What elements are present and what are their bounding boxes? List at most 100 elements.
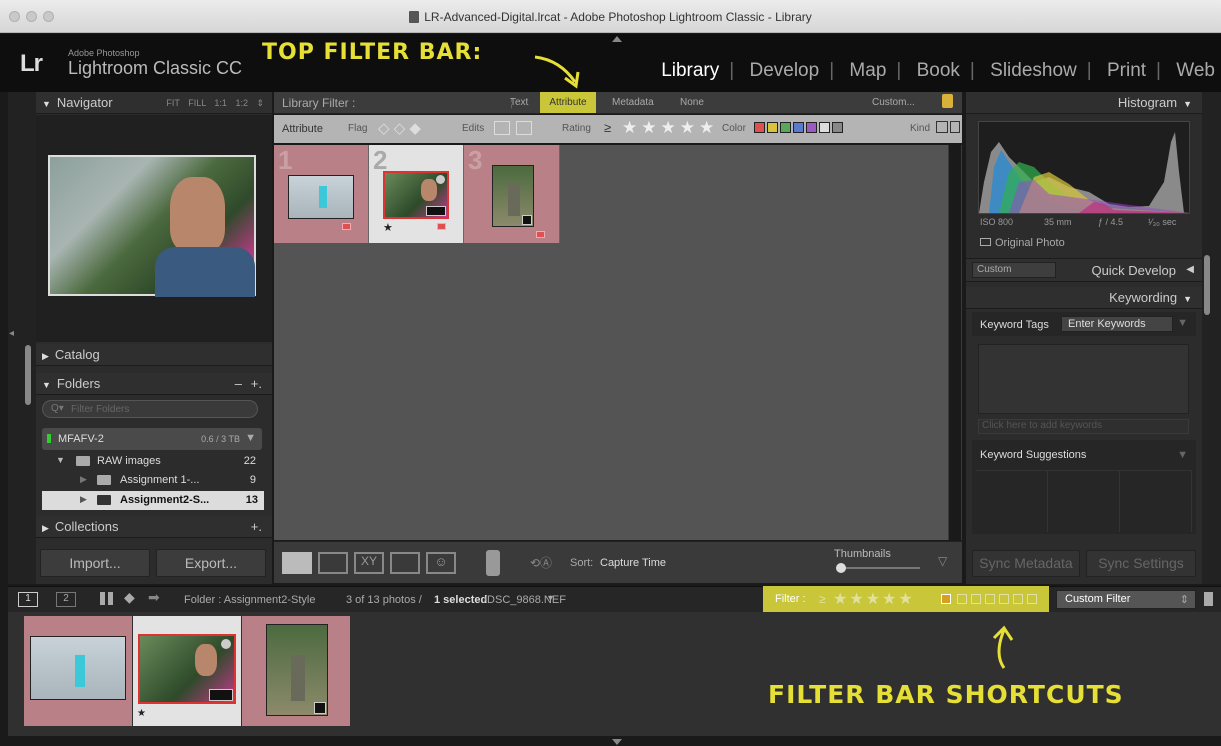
- label-filter-icon[interactable]: [985, 594, 995, 604]
- toolbar-menu-icon[interactable]: ▽: [938, 554, 947, 568]
- filter-tab-attribute[interactable]: Attribute: [540, 92, 596, 113]
- filmstrip-thumbnail[interactable]: [30, 636, 126, 700]
- second-window-button[interactable]: 2: [56, 592, 76, 607]
- photo-thumbnail[interactable]: [492, 165, 534, 227]
- label-filter-icon[interactable]: [971, 594, 981, 604]
- right-scrollbar[interactable]: [1204, 255, 1210, 315]
- unedited-filter-icon[interactable]: [516, 121, 532, 135]
- grid-scrollbar[interactable]: [949, 145, 961, 540]
- custom-filter-dropdown[interactable]: Custom Filter ⇕: [1056, 590, 1196, 609]
- collapsed-triangle-icon[interactable]: ▶: [80, 494, 87, 505]
- edited-filter-icon[interactable]: [494, 121, 510, 135]
- remove-folder-button[interactable]: –: [235, 373, 242, 395]
- painter-icon[interactable]: [486, 550, 500, 576]
- folder-row-selected[interactable]: ▶ Assignment2-S... 13: [42, 491, 264, 510]
- filmstrip-thumbnail[interactable]: [266, 624, 328, 716]
- filmstrip-source[interactable]: Folder : Assignment2-Style: [184, 594, 315, 606]
- color-label-filter[interactable]: [754, 122, 845, 134]
- import-button[interactable]: Import...: [40, 549, 150, 577]
- sync-metadata-button[interactable]: Sync Metadata: [972, 550, 1080, 577]
- lock-icon[interactable]: [942, 94, 953, 108]
- histogram-header[interactable]: Histogram ▼: [966, 92, 1202, 114]
- sort-direction-icon[interactable]: ⟲Ⓐ: [530, 554, 552, 571]
- module-library[interactable]: Library: [661, 60, 719, 82]
- keywording-header[interactable]: Keywording ▼: [966, 287, 1202, 309]
- filmstrip-cell[interactable]: [242, 616, 350, 726]
- module-book[interactable]: Book: [917, 60, 960, 82]
- thumbnail-size-slider[interactable]: [836, 567, 920, 569]
- folder-row[interactable]: ▶ Assignment 1-... 9: [42, 472, 262, 490]
- filter-tab-none[interactable]: None: [680, 97, 704, 108]
- module-map[interactable]: Map: [849, 60, 886, 82]
- expanded-triangle-icon[interactable]: ▼: [56, 455, 65, 465]
- sync-settings-button[interactable]: Sync Settings: [1086, 550, 1196, 577]
- collapse-top-icon[interactable]: [612, 36, 622, 42]
- back-arrow-icon[interactable]: ◆: [124, 589, 135, 606]
- main-window-button[interactable]: 1: [18, 592, 38, 607]
- catalog-header[interactable]: ▶ Catalog: [36, 344, 272, 366]
- saved-preset-dropdown[interactable]: Custom: [972, 262, 1056, 278]
- photo-thumbnail[interactable]: [383, 171, 449, 219]
- grid-cell[interactable]: 3: [464, 145, 560, 243]
- filter-folders-input[interactable]: Q▾ Filter Folders: [42, 400, 258, 418]
- filter-preset-dropdown[interactable]: Custom...: [872, 97, 915, 108]
- add-folder-button[interactable]: +.: [251, 373, 262, 395]
- left-scrollbar[interactable]: [25, 345, 31, 405]
- grid-cell[interactable]: 1: [274, 145, 369, 243]
- collapsed-triangle-icon[interactable]: ▶: [80, 474, 87, 485]
- filter-tab-metadata[interactable]: Metadata: [612, 97, 654, 108]
- collections-header[interactable]: ▶ Collections +.: [36, 516, 272, 538]
- filmstrip-thumbnail[interactable]: [138, 634, 236, 704]
- label-filter-icon[interactable]: [1013, 594, 1023, 604]
- label-filter-icon[interactable]: [957, 594, 967, 604]
- label-filter-icon[interactable]: [999, 594, 1009, 604]
- photo-thumbnail[interactable]: [288, 175, 354, 219]
- add-keywords-input[interactable]: Click here to add keywords: [978, 419, 1189, 434]
- export-button[interactable]: Export...: [156, 549, 266, 577]
- module-print[interactable]: Print: [1107, 60, 1146, 82]
- filter-tab-text[interactable]: Text: [510, 97, 528, 108]
- filename-menu-icon[interactable]: ▾: [548, 593, 553, 604]
- volume-menu-icon[interactable]: ▼: [245, 432, 256, 444]
- slider-thumb[interactable]: [836, 563, 846, 573]
- original-photo-toggle[interactable]: Original Photo: [980, 237, 1065, 249]
- folders-header[interactable]: ▼ Folders – +.: [36, 373, 272, 395]
- flag-filter-icons[interactable]: ◇ ◇ ◆: [378, 119, 421, 137]
- kind-virtual-icon[interactable]: [950, 121, 960, 133]
- volume-row[interactable]: MFAFV-2 0.6 / 3 TB ▼: [42, 428, 262, 450]
- filmstrip-cell[interactable]: [24, 616, 132, 726]
- filmstrip-cell-selected[interactable]: ★: [133, 616, 241, 726]
- menu-triangle-icon[interactable]: ▼: [1177, 449, 1188, 461]
- people-view-icon[interactable]: ☺: [426, 552, 456, 574]
- zoom-options[interactable]: FIT FILL 1:1 1:2 ⇕: [166, 92, 264, 114]
- add-collection-button[interactable]: +.: [251, 516, 262, 538]
- kind-master-icon[interactable]: [936, 121, 948, 133]
- red-label-filter-icon[interactable]: [941, 594, 951, 604]
- module-slideshow[interactable]: Slideshow: [990, 60, 1077, 82]
- sort-dropdown[interactable]: Capture Time: [600, 557, 666, 569]
- grid-cell-selected[interactable]: 2 ★: [369, 145, 464, 243]
- keyword-tags-dropdown[interactable]: Enter Keywords: [1061, 316, 1173, 332]
- label-filter-icon[interactable]: [1027, 594, 1037, 604]
- quick-develop-header[interactable]: Custom Quick Develop ◀: [966, 258, 1202, 282]
- module-develop[interactable]: Develop: [749, 60, 819, 82]
- loupe-view-icon[interactable]: [318, 552, 348, 574]
- folder-row[interactable]: ▼ RAW images 22: [42, 453, 262, 471]
- compare-view-icon[interactable]: XY: [354, 552, 384, 574]
- histogram-graph[interactable]: [978, 121, 1190, 214]
- keyword-tags-textarea[interactable]: [978, 344, 1189, 414]
- survey-view-icon[interactable]: [390, 552, 420, 574]
- rating-stars-filter[interactable]: ★★★★★: [622, 118, 718, 138]
- module-web[interactable]: Web: [1176, 60, 1215, 82]
- collapse-bottom-icon[interactable]: [612, 739, 622, 745]
- checkbox-icon[interactable]: [980, 238, 991, 246]
- forward-arrow-icon[interactable]: ➡: [148, 589, 160, 606]
- navigator-header[interactable]: ▼ Navigator FIT FILL 1:1 1:2 ⇕: [36, 92, 272, 114]
- navigator-preview-image[interactable]: [48, 155, 256, 297]
- left-panel-toggle-icon[interactable]: ◂: [9, 328, 14, 339]
- grid-view-icon[interactable]: [100, 592, 114, 605]
- menu-triangle-icon[interactable]: ▼: [1177, 317, 1188, 329]
- filter-lock-icon[interactable]: [1204, 592, 1213, 606]
- grid-view-icon[interactable]: [282, 552, 312, 574]
- filmstrip-rating-stars[interactable]: ★★★★★: [833, 589, 915, 609]
